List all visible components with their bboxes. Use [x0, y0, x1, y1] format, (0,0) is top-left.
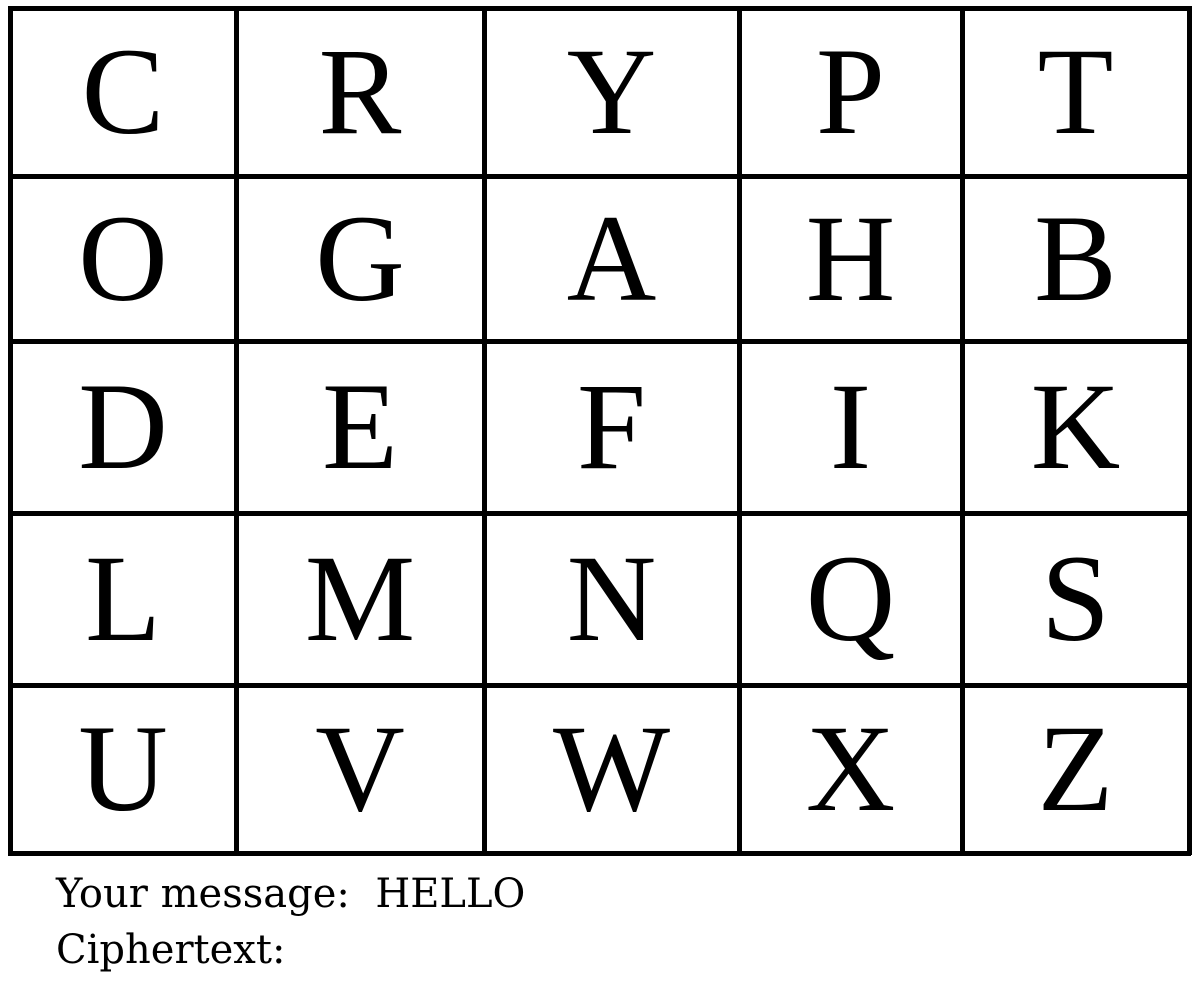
grid-cell-letter: I: [829, 358, 872, 495]
grid-cell-letter: V: [315, 700, 405, 837]
grid-cell-letter: D: [78, 358, 168, 495]
grid-cell-letter: Q: [805, 530, 896, 667]
grid-cell-letter: C: [81, 23, 165, 160]
grid-cell-letter: Y: [566, 23, 657, 160]
grid-cell-letter: L: [85, 530, 161, 667]
grid-cell-letter: M: [304, 530, 416, 667]
ciphertext-line: Ciphertext:: [56, 930, 298, 970]
grid-cell-letter: P: [816, 23, 885, 160]
ciphertext-label: Ciphertext:: [56, 927, 286, 973]
cipher-grid: C R Y P T O G A HB D E F I K L M N Q S U V WX Z: [0, 0, 1200, 860]
grid-cell-letter: E: [322, 358, 398, 495]
grid-cell-letter: W: [552, 700, 671, 837]
message-line: Your message: HELLO: [56, 874, 525, 914]
grid-cell-letter: H: [805, 189, 896, 327]
message-value: HELLO: [375, 871, 526, 917]
message-label: Your message:: [56, 871, 350, 917]
grid-cell-letter: O: [78, 189, 168, 327]
grid-cell-letter: U: [78, 700, 168, 837]
grid-cell-letter: K: [1030, 358, 1121, 495]
grid-cell-letter: F: [577, 358, 646, 495]
grid-cell-letter: T: [1037, 23, 1114, 160]
grid-cell-letter: Z: [1037, 700, 1114, 837]
grid-cell-letter: S: [1041, 530, 1110, 667]
grid-cell-letter: B: [1034, 189, 1117, 327]
grid-cell-letter: A: [566, 189, 657, 327]
grid-cell-letter: X: [805, 700, 896, 837]
grid-cell-letter: G: [315, 189, 405, 327]
grid-cell-letter: R: [318, 23, 402, 160]
grid-cell-letter: N: [566, 530, 657, 667]
